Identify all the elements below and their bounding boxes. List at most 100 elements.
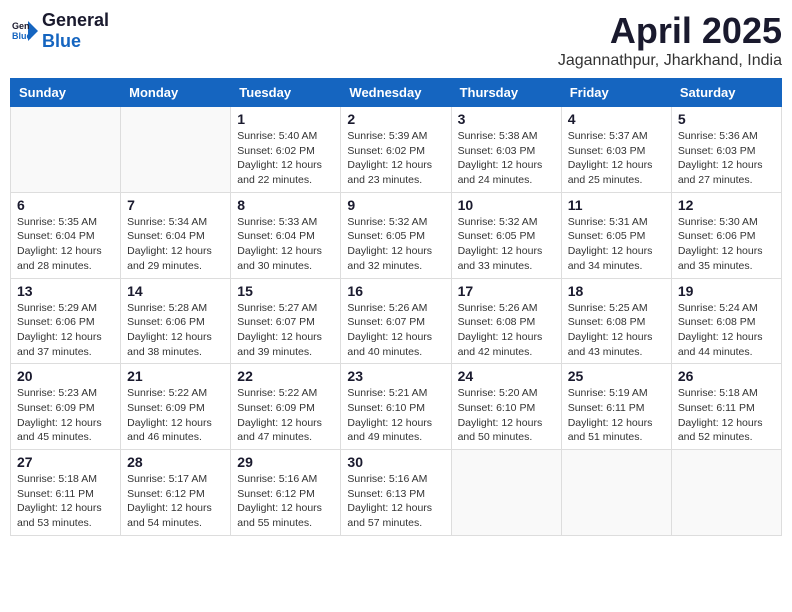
calendar-cell bbox=[451, 450, 561, 536]
day-number: 1 bbox=[237, 111, 334, 127]
calendar-cell: 18 Sunrise: 5:25 AM Sunset: 6:08 PM Dayli… bbox=[561, 278, 671, 364]
day-info: Sunrise: 5:33 AM Sunset: 6:04 PM Dayligh… bbox=[237, 215, 334, 274]
day-info: Sunrise: 5:40 AM Sunset: 6:02 PM Dayligh… bbox=[237, 129, 334, 188]
day-info: Sunrise: 5:26 AM Sunset: 6:07 PM Dayligh… bbox=[347, 301, 444, 360]
calendar-week-row-5: 27Sunrise: 5:18 AM Sunset: 6:11 PM Dayli… bbox=[11, 450, 782, 536]
day-info: Sunrise: 5:20 AM Sunset: 6:10 PM Dayligh… bbox=[458, 386, 555, 445]
day-info: Sunrise: 5:16 AM Sunset: 6:13 PM Dayligh… bbox=[347, 472, 444, 531]
calendar-cell bbox=[671, 450, 781, 536]
day-info: Sunrise: 5:31 AM Sunset: 6:05 PM Dayligh… bbox=[568, 215, 665, 274]
day-info: Sunrise: 5:32 AM Sunset: 6:05 PM Dayligh… bbox=[347, 215, 444, 274]
day-number: 22 bbox=[237, 368, 334, 384]
day-number: 2 bbox=[347, 111, 444, 127]
day-number: 24 bbox=[458, 368, 555, 384]
day-number: 25 bbox=[568, 368, 665, 384]
calendar-cell: 29 Sunrise: 5:16 AM Sunset: 6:12 PM Dayli… bbox=[231, 450, 341, 536]
day-number: 12 bbox=[678, 197, 775, 213]
day-info: Sunrise: 5:17 AM Sunset: 6:12 PM Dayligh… bbox=[127, 472, 224, 531]
day-number: 21 bbox=[127, 368, 224, 384]
day-info: Sunrise: 5:26 AM Sunset: 6:08 PM Dayligh… bbox=[458, 301, 555, 360]
calendar-cell: 11 Sunrise: 5:31 AM Sunset: 6:05 PM Dayli… bbox=[561, 192, 671, 278]
day-number: 8 bbox=[237, 197, 334, 213]
day-info: Sunrise: 5:34 AM Sunset: 6:04 PM Dayligh… bbox=[127, 215, 224, 274]
day-number: 4 bbox=[568, 111, 665, 127]
day-info: Sunrise: 5:32 AM Sunset: 6:05 PM Dayligh… bbox=[458, 215, 555, 274]
day-info: Sunrise: 5:28 AM Sunset: 6:06 PM Dayligh… bbox=[127, 301, 224, 360]
calendar-week-row-4: 20Sunrise: 5:23 AM Sunset: 6:09 PM Dayli… bbox=[11, 364, 782, 450]
day-info: Sunrise: 5:36 AM Sunset: 6:03 PM Dayligh… bbox=[678, 129, 775, 188]
calendar-cell bbox=[121, 107, 231, 193]
calendar-cell: 3Sunrise: 5:38 AM Sunset: 6:03 PM Daylig… bbox=[451, 107, 561, 193]
calendar-cell: 15 Sunrise: 5:27 AM Sunset: 6:07 PM Dayli… bbox=[231, 278, 341, 364]
header-wednesday: Wednesday bbox=[341, 79, 451, 107]
calendar-cell: 8 Sunrise: 5:33 AM Sunset: 6:04 PM Daylig… bbox=[231, 192, 341, 278]
day-number: 13 bbox=[17, 283, 114, 299]
day-number: 18 bbox=[568, 283, 665, 299]
day-info: Sunrise: 5:39 AM Sunset: 6:02 PM Dayligh… bbox=[347, 129, 444, 188]
calendar-cell: 27Sunrise: 5:18 AM Sunset: 6:11 PM Dayli… bbox=[11, 450, 121, 536]
header-saturday: Saturday bbox=[671, 79, 781, 107]
calendar-week-row-1: 1 Sunrise: 5:40 AM Sunset: 6:02 PM Daylig… bbox=[11, 107, 782, 193]
day-number: 5 bbox=[678, 111, 775, 127]
logo-icon: Gen Blue bbox=[10, 16, 40, 46]
calendar-cell: 14Sunrise: 5:28 AM Sunset: 6:06 PM Dayli… bbox=[121, 278, 231, 364]
day-info: Sunrise: 5:16 AM Sunset: 6:12 PM Dayligh… bbox=[237, 472, 334, 531]
day-number: 11 bbox=[568, 197, 665, 213]
calendar-cell: 23Sunrise: 5:21 AM Sunset: 6:10 PM Dayli… bbox=[341, 364, 451, 450]
day-info: Sunrise: 5:27 AM Sunset: 6:07 PM Dayligh… bbox=[237, 301, 334, 360]
day-info: Sunrise: 5:29 AM Sunset: 6:06 PM Dayligh… bbox=[17, 301, 114, 360]
header-friday: Friday bbox=[561, 79, 671, 107]
day-number: 17 bbox=[458, 283, 555, 299]
calendar-cell: 28Sunrise: 5:17 AM Sunset: 6:12 PM Dayli… bbox=[121, 450, 231, 536]
header-monday: Monday bbox=[121, 79, 231, 107]
calendar-cell: 9 Sunrise: 5:32 AM Sunset: 6:05 PM Daylig… bbox=[341, 192, 451, 278]
day-info: Sunrise: 5:37 AM Sunset: 6:03 PM Dayligh… bbox=[568, 129, 665, 188]
day-number: 19 bbox=[678, 283, 775, 299]
calendar-cell: 2 Sunrise: 5:39 AM Sunset: 6:02 PM Daylig… bbox=[341, 107, 451, 193]
day-info: Sunrise: 5:23 AM Sunset: 6:09 PM Dayligh… bbox=[17, 386, 114, 445]
logo-label: General Blue bbox=[42, 10, 109, 52]
calendar-cell: 21Sunrise: 5:22 AM Sunset: 6:09 PM Dayli… bbox=[121, 364, 231, 450]
calendar-cell bbox=[561, 450, 671, 536]
location-subtitle: Jagannathpur, Jharkhand, India bbox=[558, 52, 782, 70]
header-sunday: Sunday bbox=[11, 79, 121, 107]
day-info: Sunrise: 5:22 AM Sunset: 6:09 PM Dayligh… bbox=[237, 386, 334, 445]
calendar-cell: 20Sunrise: 5:23 AM Sunset: 6:09 PM Dayli… bbox=[11, 364, 121, 450]
calendar-cell: 26Sunrise: 5:18 AM Sunset: 6:11 PM Dayli… bbox=[671, 364, 781, 450]
day-number: 9 bbox=[347, 197, 444, 213]
calendar-cell: 10 Sunrise: 5:32 AM Sunset: 6:05 PM Dayli… bbox=[451, 192, 561, 278]
day-info: Sunrise: 5:35 AM Sunset: 6:04 PM Dayligh… bbox=[17, 215, 114, 274]
calendar-cell: 12 Sunrise: 5:30 AM Sunset: 6:06 PM Dayli… bbox=[671, 192, 781, 278]
day-info: Sunrise: 5:38 AM Sunset: 6:03 PM Dayligh… bbox=[458, 129, 555, 188]
calendar-week-row-2: 6Sunrise: 5:35 AM Sunset: 6:04 PM Daylig… bbox=[11, 192, 782, 278]
calendar-cell: 19 Sunrise: 5:24 AM Sunset: 6:08 PM Dayli… bbox=[671, 278, 781, 364]
day-number: 30 bbox=[347, 454, 444, 470]
day-info: Sunrise: 5:19 AM Sunset: 6:11 PM Dayligh… bbox=[568, 386, 665, 445]
month-title: April 2025 bbox=[558, 10, 782, 52]
calendar-cell: 16 Sunrise: 5:26 AM Sunset: 6:07 PM Dayli… bbox=[341, 278, 451, 364]
svg-text:Blue: Blue bbox=[12, 31, 32, 41]
day-info: Sunrise: 5:30 AM Sunset: 6:06 PM Dayligh… bbox=[678, 215, 775, 274]
day-info: Sunrise: 5:24 AM Sunset: 6:08 PM Dayligh… bbox=[678, 301, 775, 360]
svg-text:Gen: Gen bbox=[12, 21, 30, 31]
calendar-table: Sunday Monday Tuesday Wednesday Thursday… bbox=[10, 78, 782, 536]
calendar-header-row: Sunday Monday Tuesday Wednesday Thursday… bbox=[11, 79, 782, 107]
logo: Gen Blue General Blue bbox=[10, 10, 109, 52]
calendar-cell: 13 Sunrise: 5:29 AM Sunset: 6:06 PM Dayli… bbox=[11, 278, 121, 364]
day-number: 29 bbox=[237, 454, 334, 470]
day-number: 7 bbox=[127, 197, 224, 213]
calendar-cell: 1 Sunrise: 5:40 AM Sunset: 6:02 PM Daylig… bbox=[231, 107, 341, 193]
day-number: 15 bbox=[237, 283, 334, 299]
header-tuesday: Tuesday bbox=[231, 79, 341, 107]
title-section: April 2025 Jagannathpur, Jharkhand, Indi… bbox=[558, 10, 782, 70]
calendar-cell: 24 Sunrise: 5:20 AM Sunset: 6:10 PM Dayli… bbox=[451, 364, 561, 450]
calendar-cell: 6Sunrise: 5:35 AM Sunset: 6:04 PM Daylig… bbox=[11, 192, 121, 278]
calendar-cell: 5 Sunrise: 5:36 AM Sunset: 6:03 PM Daylig… bbox=[671, 107, 781, 193]
day-info: Sunrise: 5:25 AM Sunset: 6:08 PM Dayligh… bbox=[568, 301, 665, 360]
day-number: 16 bbox=[347, 283, 444, 299]
page-header: Gen Blue General Blue April 2025 Jaganna… bbox=[10, 10, 782, 70]
calendar-cell: 17 Sunrise: 5:26 AM Sunset: 6:08 PM Dayli… bbox=[451, 278, 561, 364]
calendar-cell: 30 Sunrise: 5:16 AM Sunset: 6:13 PM Dayli… bbox=[341, 450, 451, 536]
calendar-cell: 25 Sunrise: 5:19 AM Sunset: 6:11 PM Dayli… bbox=[561, 364, 671, 450]
day-number: 10 bbox=[458, 197, 555, 213]
